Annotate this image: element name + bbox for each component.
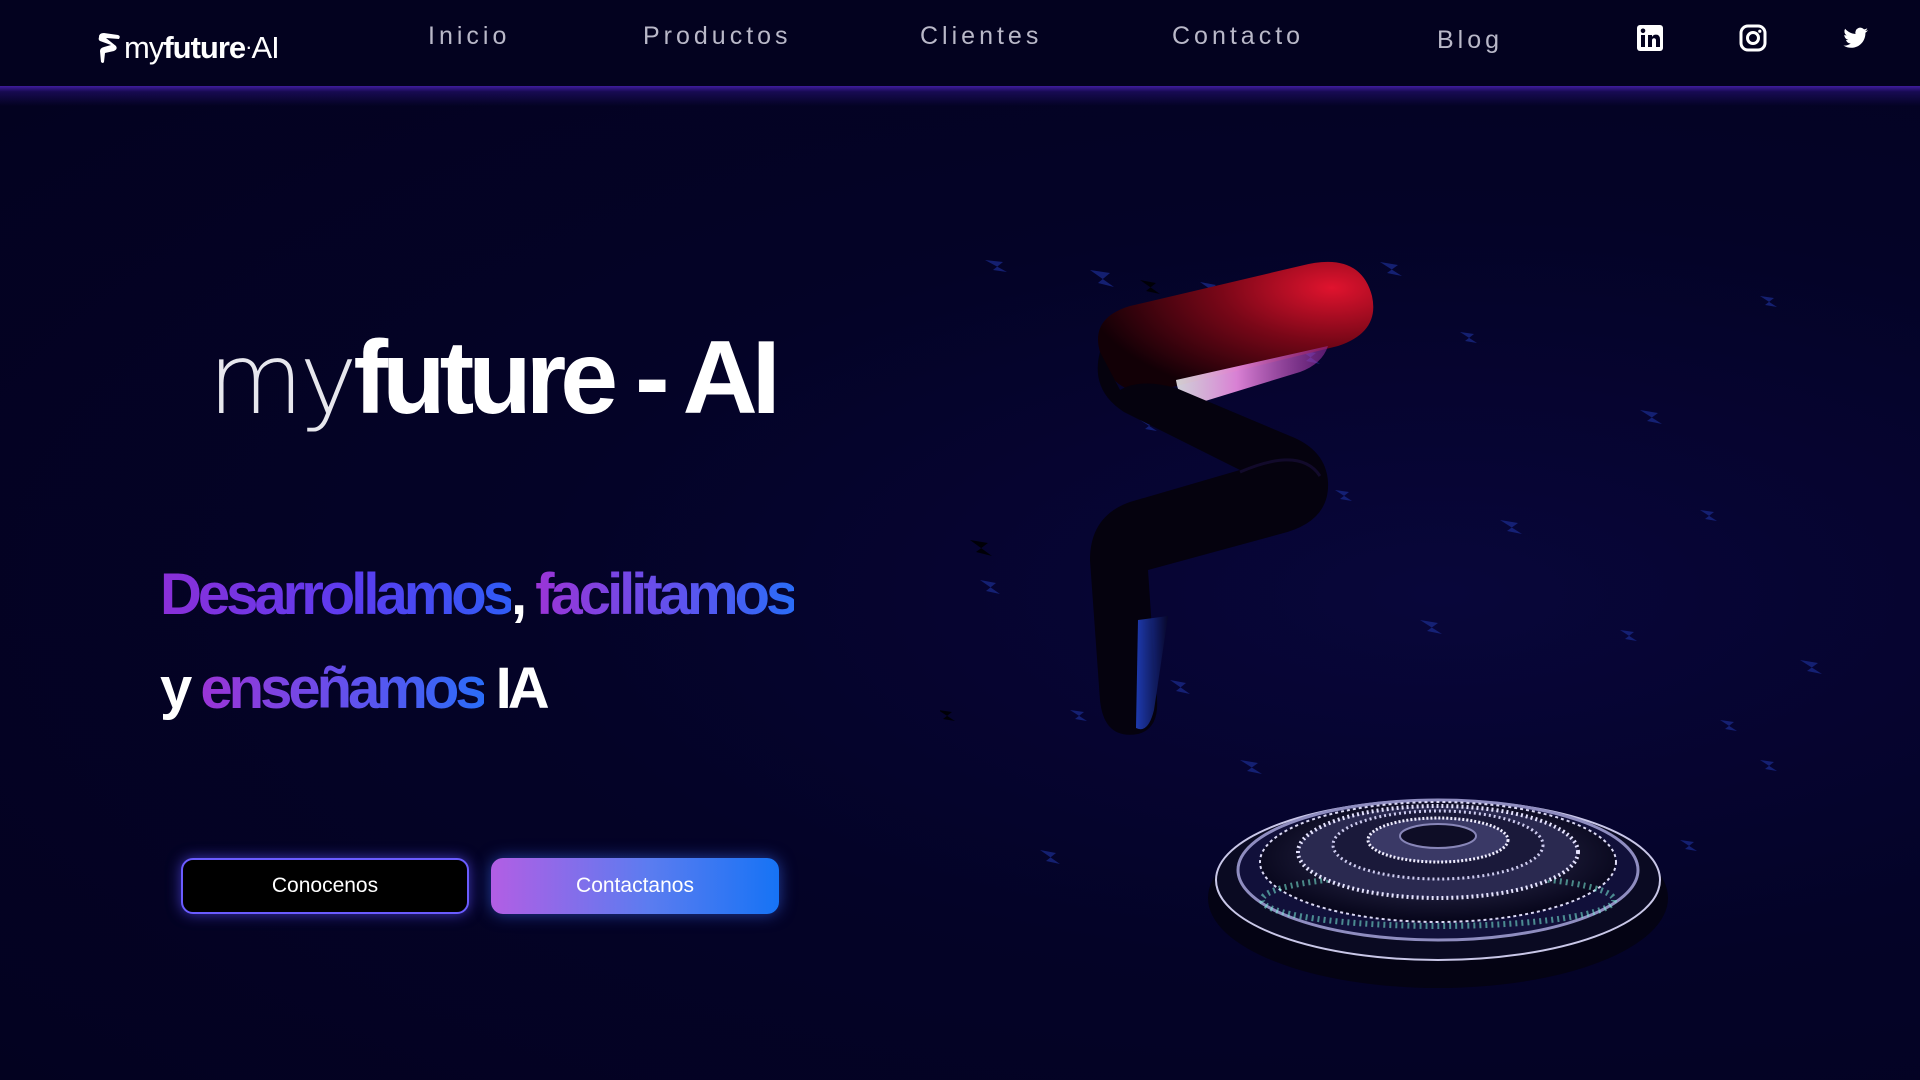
- tagline-line-1: Desarrollamos, facilitamos: [160, 560, 798, 630]
- contactanos-button[interactable]: Contactanos: [491, 858, 779, 914]
- nav-item-blog[interactable]: Blog: [1437, 26, 1503, 55]
- main-nav: Inicio Productos Clientes Contacto Blog: [0, 22, 1920, 62]
- linkedin-icon[interactable]: [1636, 24, 1664, 52]
- tagline-line-2: y enseñamos IA: [160, 654, 550, 724]
- hero-title-my: my: [208, 323, 357, 437]
- hero-art-svg: [940, 260, 1822, 988]
- nav-item-contacto[interactable]: Contacto: [1172, 22, 1304, 51]
- nav-item-inicio[interactable]: Inicio: [428, 22, 510, 51]
- tagline-comma: ,: [510, 562, 527, 627]
- hero-title: myfuture - AI: [208, 318, 781, 440]
- pedestal-platform: [1208, 798, 1668, 988]
- tagline-word-desarrollamos: Desarrollamos: [160, 562, 515, 627]
- tagline-word-ensenamos: enseñamos: [200, 656, 487, 721]
- f-shaped-tube: [1090, 261, 1374, 735]
- nav-item-productos[interactable]: Productos: [643, 22, 792, 51]
- instagram-icon[interactable]: [1739, 24, 1767, 52]
- tagline-word-y: y: [160, 656, 192, 721]
- conocenos-button[interactable]: Conocenos: [181, 858, 469, 914]
- tagline-word-facilitamos: facilitamos: [535, 562, 798, 627]
- nav-item-clientes[interactable]: Clientes: [920, 22, 1042, 51]
- landing-page: myfuture·AI Inicio Productos Clientes Co…: [0, 0, 1920, 1080]
- hero-3d-illustration: [940, 240, 1860, 1020]
- nav-glow-divider: [0, 84, 1920, 106]
- hero-title-main: future - AI: [353, 320, 780, 436]
- tagline-word-ia: IA: [495, 656, 550, 721]
- navbar: myfuture·AI Inicio Productos Clientes Co…: [0, 0, 1920, 86]
- twitter-icon[interactable]: [1842, 24, 1870, 52]
